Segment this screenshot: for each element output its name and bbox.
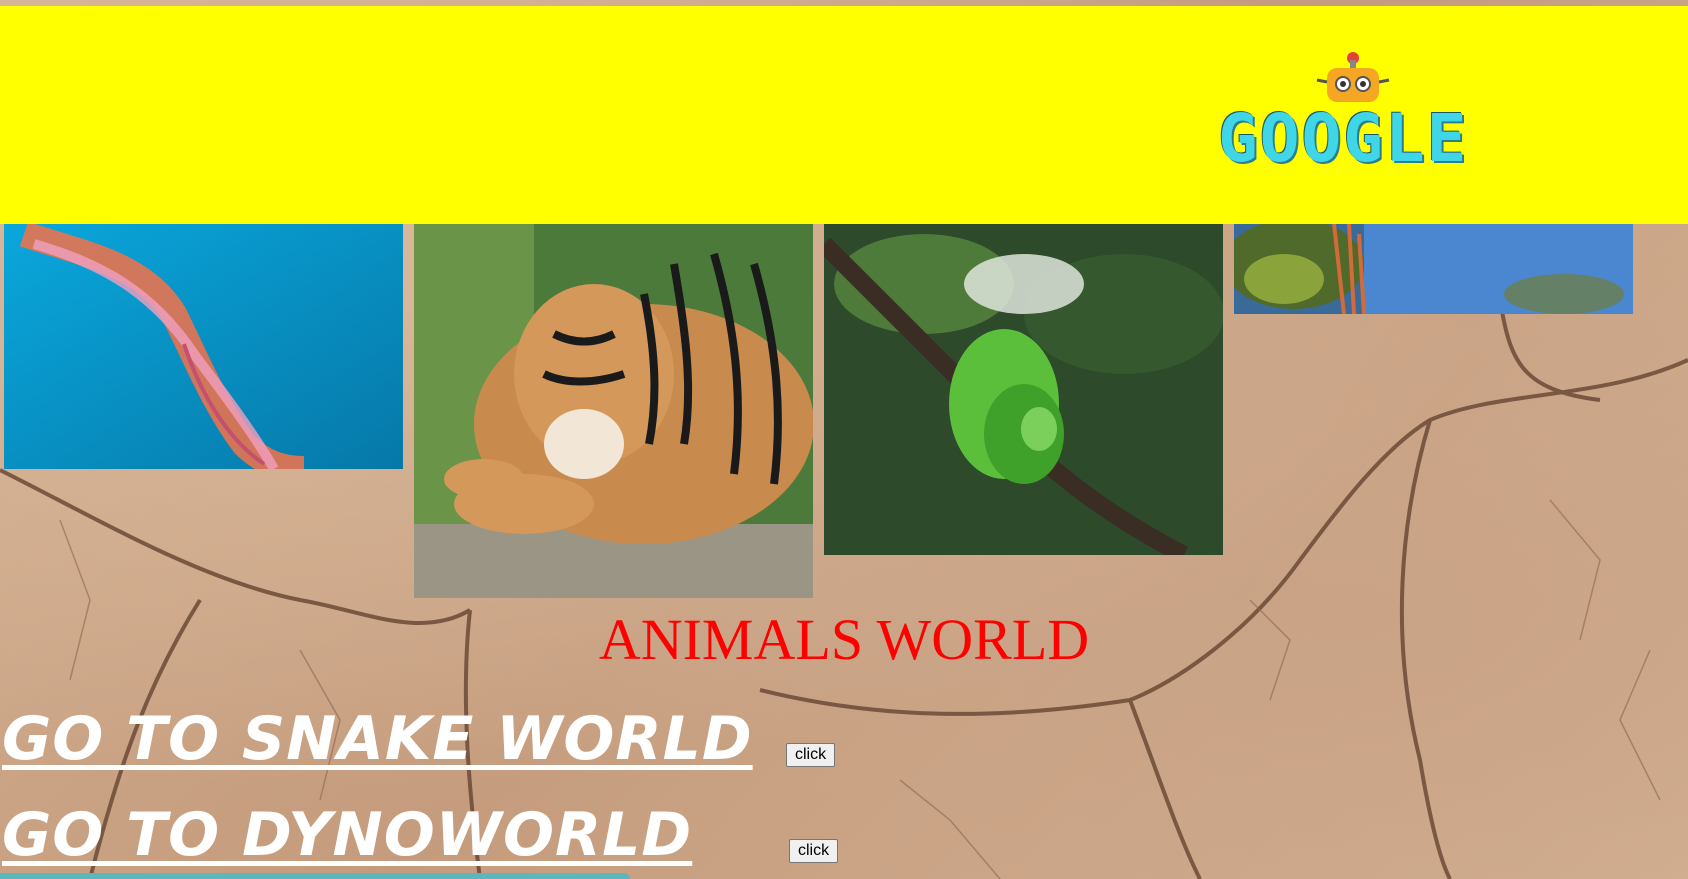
google-doodle-logo[interactable]: GOOGLE: [1218, 50, 1518, 177]
tiger-image: [414, 224, 813, 598]
logo-text: GOOGLE: [1218, 100, 1469, 177]
iguana-image: [1234, 224, 1633, 314]
bottom-bar: [0, 873, 630, 879]
dyno-world-link[interactable]: GO TO DYNOWORLD: [2, 800, 692, 870]
snake-click-button[interactable]: click: [786, 743, 836, 767]
jellyfish-image: [4, 224, 403, 469]
snake-image: [824, 224, 1223, 555]
page-title: ANIMALS WORLD: [598, 607, 1090, 672]
dyno-click-button[interactable]: click: [789, 839, 839, 863]
snake-world-link[interactable]: GO TO SNAKE WORLD: [2, 704, 753, 774]
header-banner: GOOGLE: [0, 6, 1688, 224]
